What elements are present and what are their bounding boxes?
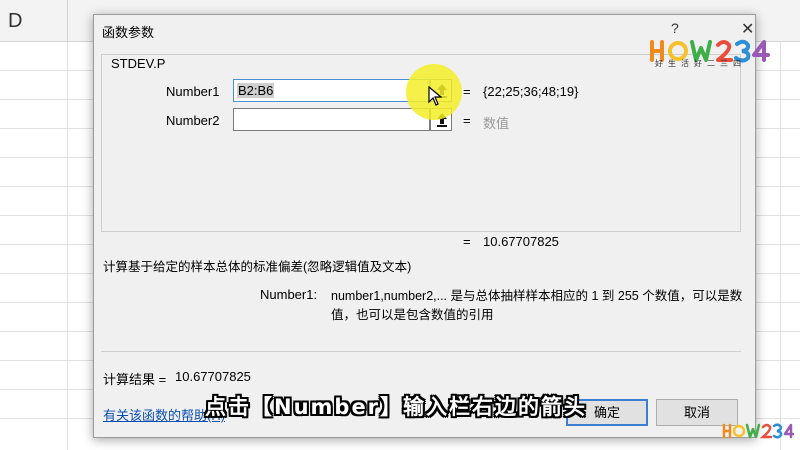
mouse-pointer-icon [428, 86, 442, 106]
logo-subtitle: 好生活好二三四 [655, 59, 746, 68]
how234-logo-watermark-small [722, 423, 794, 439]
number2-input[interactable] [233, 108, 430, 131]
grid-line [67, 42, 68, 450]
column-separator [67, 0, 68, 42]
number2-equals: = [463, 113, 471, 128]
function-name: STDEV.P [108, 56, 169, 71]
number1-result: {22;25;36;48;19} [483, 84, 579, 99]
argument-help-label: Number1: [260, 287, 318, 302]
formula-result-equals: = [463, 234, 471, 249]
number2-label: Number2 [166, 113, 220, 128]
divider [101, 351, 741, 352]
calc-result-label: 计算结果 = [103, 372, 167, 387]
calc-result-value: 10.67707825 [175, 369, 251, 384]
number1-equals: = [463, 84, 471, 99]
number1-input[interactable]: B2:B6 [233, 79, 430, 102]
argument-help-text: number1,number2,... 是与总体抽样样本相应的 1 到 255 … [331, 289, 743, 322]
number1-label: Number1 [166, 84, 220, 99]
help-icon[interactable]: ? [671, 20, 679, 36]
function-description: 计算基于给定的样本总体的标准偏差(忽略逻辑值及文本) [103, 260, 412, 274]
number1-input-value: B2:B6 [237, 83, 275, 98]
grid-line [780, 42, 781, 450]
formula-result-value: 10.67707825 [483, 234, 559, 249]
number2-result: 数值 [483, 116, 510, 131]
video-subtitle: 点击【Number】输入栏右边的箭头 [205, 395, 588, 419]
column-header-d[interactable]: D [8, 10, 22, 33]
dialog-title: 函数参数 [102, 25, 155, 40]
